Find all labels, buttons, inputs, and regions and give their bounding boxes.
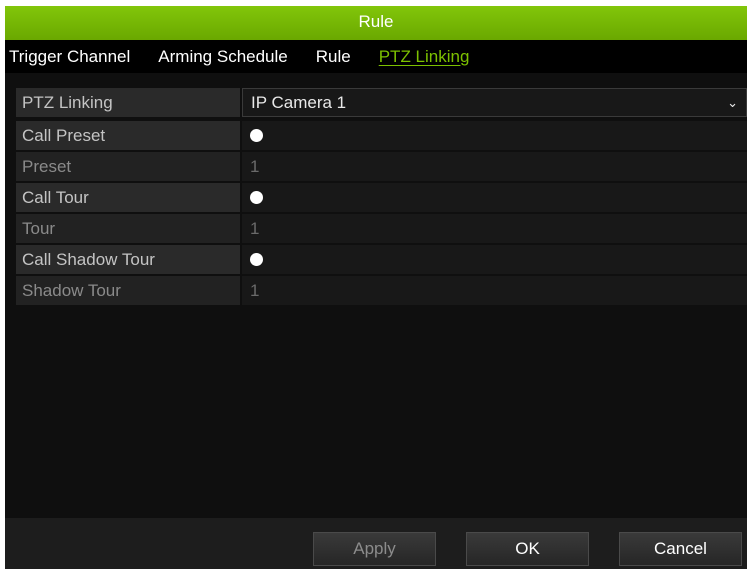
preset-value: 1 bbox=[242, 152, 747, 181]
ptz-linking-select[interactable]: IP Camera 1 ⌄ bbox=[242, 88, 747, 117]
call-shadow-tour-row: Call Shadow Tour bbox=[16, 245, 747, 274]
tab-arming-schedule[interactable]: Arming Schedule bbox=[158, 47, 287, 67]
call-preset-value bbox=[242, 121, 747, 150]
call-shadow-tour-label: Call Shadow Tour bbox=[16, 245, 240, 274]
button-bar: Apply OK Cancel bbox=[5, 518, 747, 569]
call-tour-value bbox=[242, 183, 747, 212]
call-tour-row: Call Tour bbox=[16, 183, 747, 212]
ptz-linking-label: PTZ Linking bbox=[16, 88, 240, 117]
shadow-tour-label: Shadow Tour bbox=[16, 276, 240, 305]
rule-dialog: Rule Trigger Channel Arming Schedule Rul… bbox=[5, 6, 747, 569]
cancel-button[interactable]: Cancel bbox=[619, 532, 742, 566]
call-preset-radio[interactable] bbox=[250, 129, 263, 143]
ptz-linking-form: PTZ Linking IP Camera 1 ⌄ Call Preset Pr… bbox=[16, 88, 747, 307]
tour-label: Tour bbox=[16, 214, 240, 243]
tab-bar: Trigger Channel Arming Schedule Rule PTZ… bbox=[5, 40, 747, 73]
tab-trigger-channel[interactable]: Trigger Channel bbox=[9, 47, 130, 67]
call-tour-label: Call Tour bbox=[16, 183, 240, 212]
tab-ptz-linking[interactable]: PTZ Linking bbox=[379, 47, 470, 67]
chevron-down-icon: ⌄ bbox=[727, 95, 738, 110]
apply-button[interactable]: Apply bbox=[313, 532, 436, 566]
ptz-linking-value: IP Camera 1 bbox=[251, 93, 347, 112]
call-shadow-tour-value bbox=[242, 245, 747, 274]
preset-row: Preset 1 bbox=[16, 152, 747, 181]
call-preset-label: Call Preset bbox=[16, 121, 240, 150]
call-shadow-tour-radio[interactable] bbox=[250, 253, 263, 267]
tab-rule[interactable]: Rule bbox=[316, 47, 351, 67]
dialog-title: Rule bbox=[5, 6, 747, 40]
tour-value: 1 bbox=[242, 214, 747, 243]
preset-label: Preset bbox=[16, 152, 240, 181]
ok-button[interactable]: OK bbox=[466, 532, 589, 566]
shadow-tour-row: Shadow Tour 1 bbox=[16, 276, 747, 305]
call-tour-radio[interactable] bbox=[250, 191, 263, 205]
tour-row: Tour 1 bbox=[16, 214, 747, 243]
call-preset-row: Call Preset bbox=[16, 121, 747, 150]
ptz-linking-row: PTZ Linking IP Camera 1 ⌄ bbox=[16, 88, 747, 117]
shadow-tour-value: 1 bbox=[242, 276, 747, 305]
